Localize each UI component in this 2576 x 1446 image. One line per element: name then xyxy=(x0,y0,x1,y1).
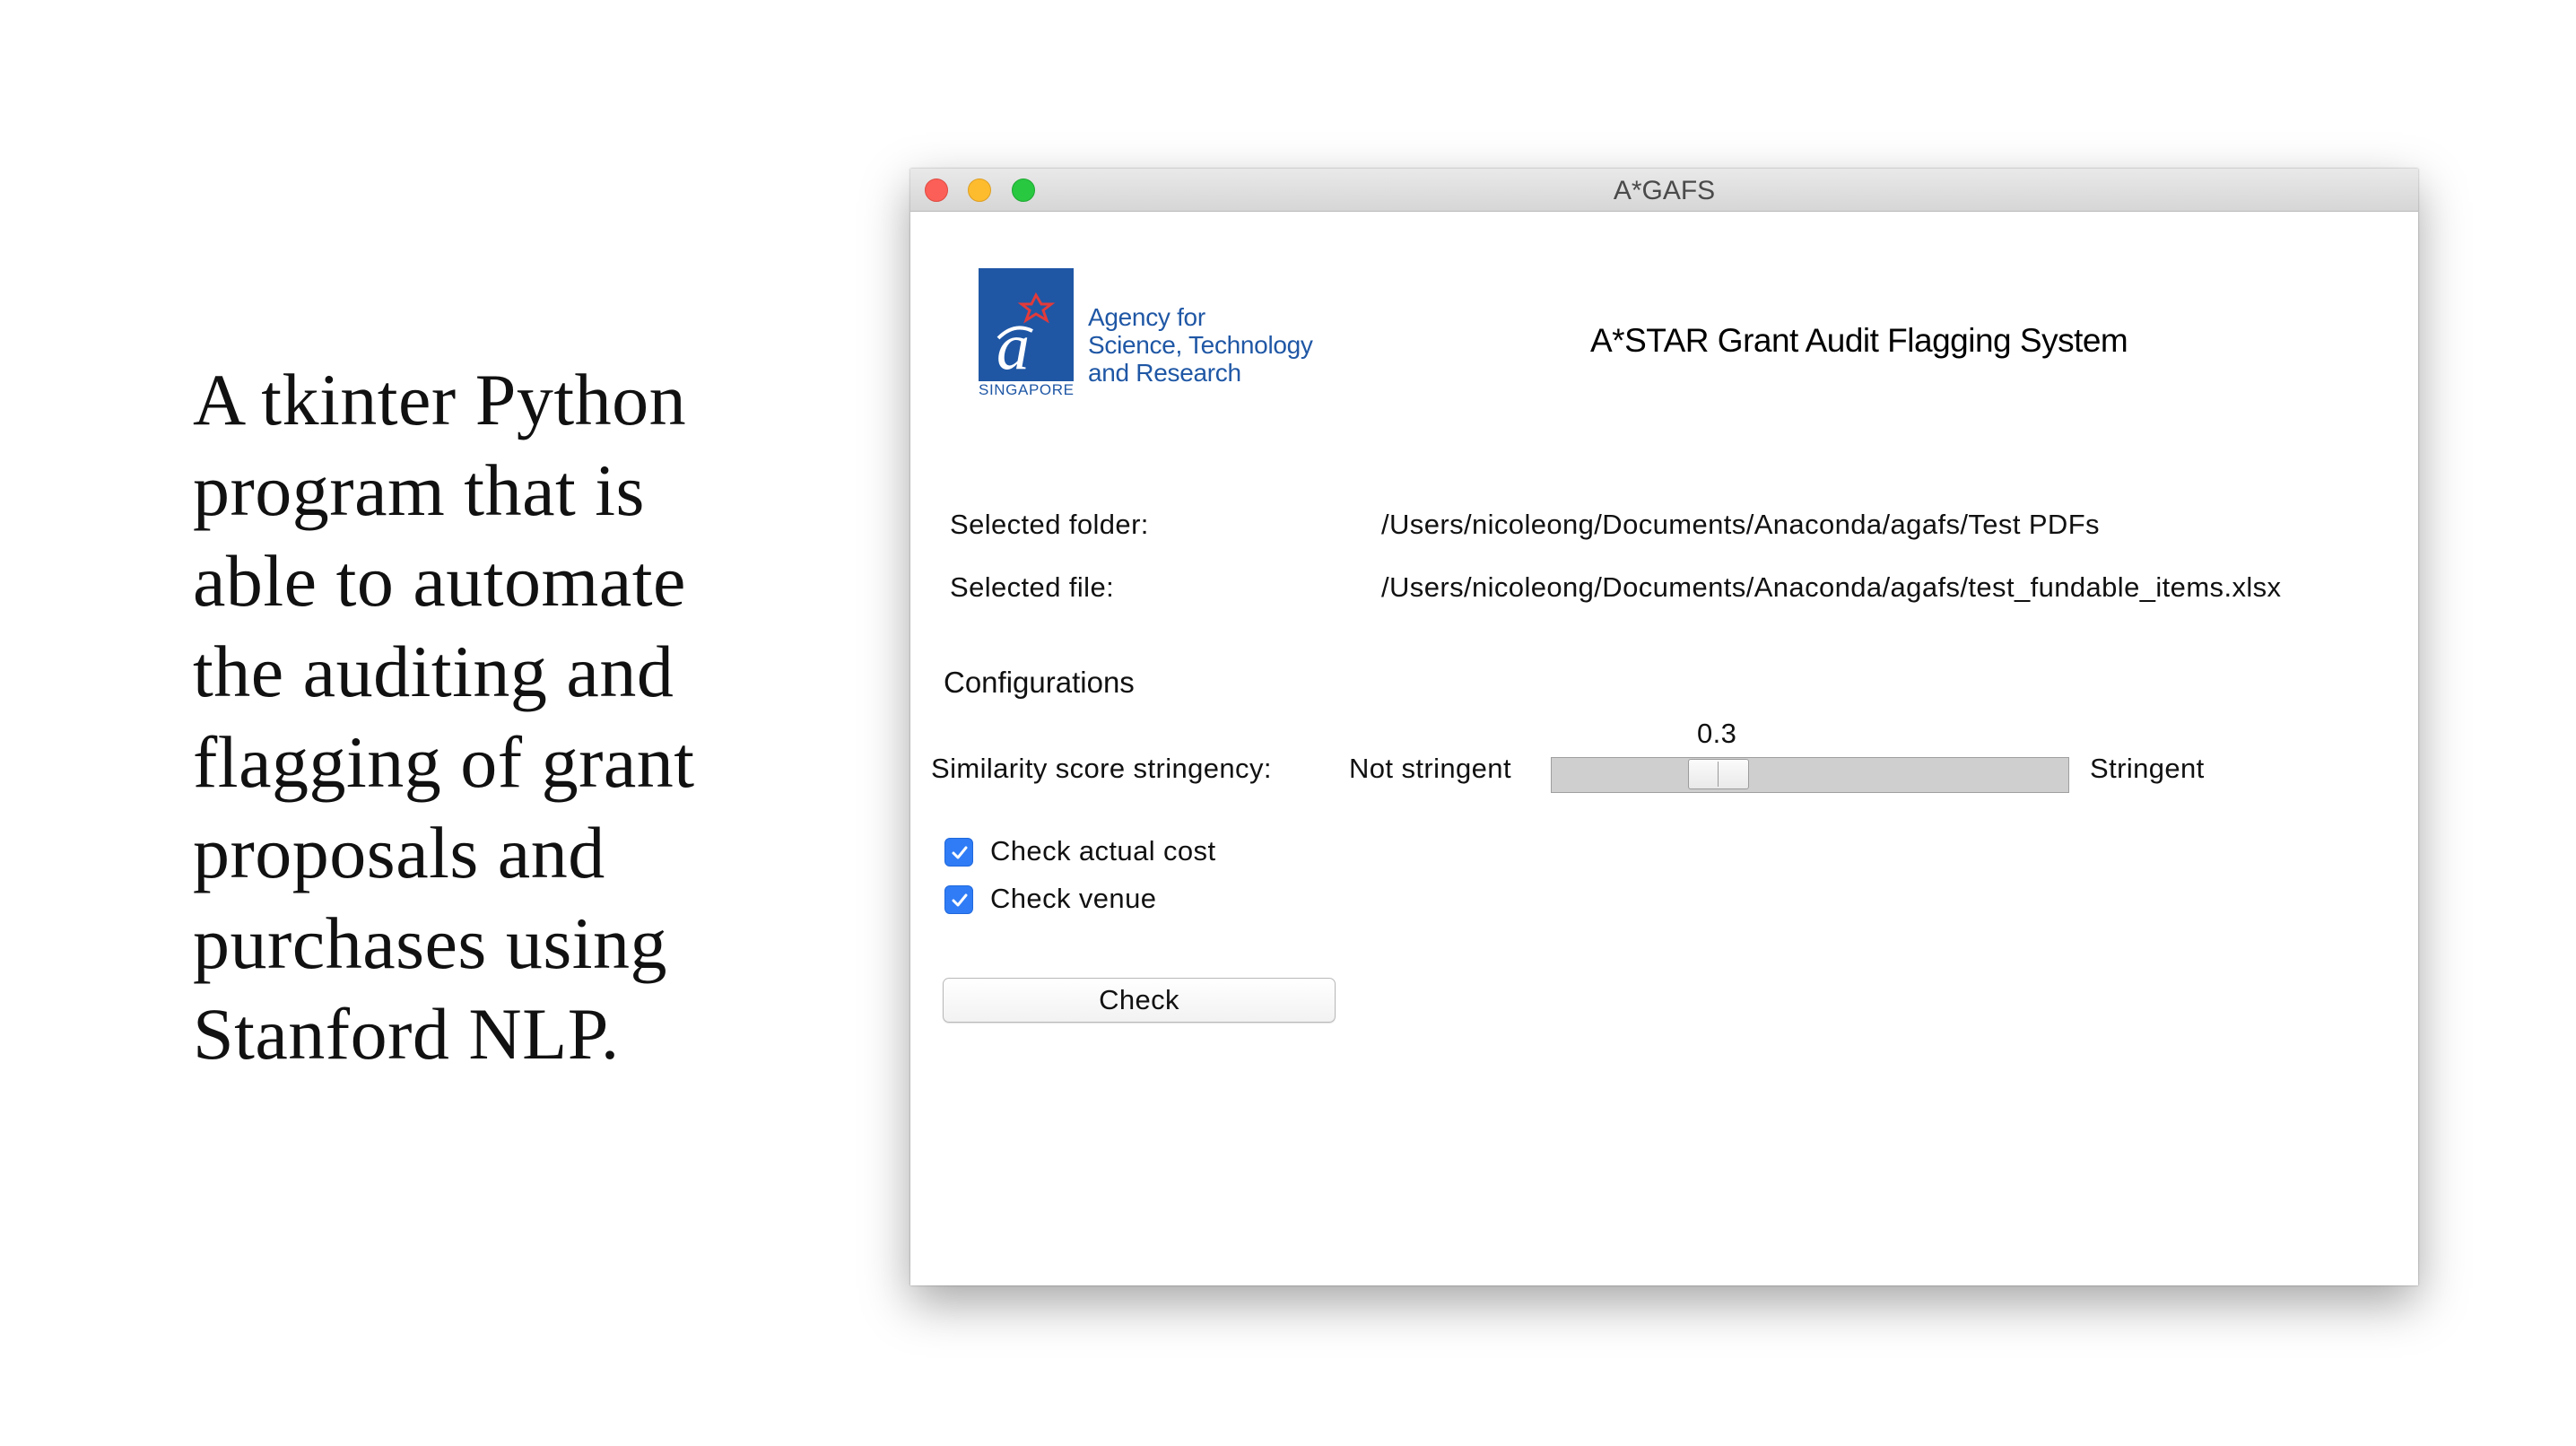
stringency-slider[interactable] xyxy=(1551,757,2069,793)
selected-folder-value: /Users/nicoleong/Documents/Anaconda/agaf… xyxy=(1381,509,2100,540)
selected-file-label: Selected file: xyxy=(950,571,1115,603)
window-title: A*GAFS xyxy=(1613,176,1716,205)
app-heading: A*STAR Grant Audit Flagging System xyxy=(1590,322,2128,359)
check-actual-cost-checkbox[interactable] xyxy=(944,838,973,867)
configurations-heading: Configurations xyxy=(944,666,1135,699)
checkmark-icon xyxy=(952,846,968,859)
stringency-min-label: Not stringent xyxy=(1349,753,1511,784)
selected-file-value: /Users/nicoleong/Documents/Anaconda/agaf… xyxy=(1381,571,2282,603)
checkmark-icon xyxy=(952,893,968,907)
slider-handle[interactable] xyxy=(1688,759,1749,789)
stringency-label: Similarity score stringency: xyxy=(931,753,1272,784)
logo-country: SINGAPORE xyxy=(979,381,1074,396)
logo-agency-name: Agency for Science, Technology and Resea… xyxy=(1088,303,1313,387)
check-actual-cost-label: Check actual cost xyxy=(990,835,1216,867)
description-caption: A tkinter Python program that is able to… xyxy=(193,359,695,1075)
selected-folder-label: Selected folder: xyxy=(950,509,1149,540)
check-venue-checkbox[interactable] xyxy=(944,885,973,914)
stringency-value: 0.3 xyxy=(1697,718,1737,749)
check-button[interactable]: Check xyxy=(943,978,1336,1023)
check-venue-label: Check venue xyxy=(990,883,1157,914)
window-content: a SINGAPORE Agency for Science, Technolo… xyxy=(910,212,2418,1285)
title-bar[interactable]: A*GAFS xyxy=(910,169,2418,212)
app-window: A*GAFS a SINGAPORE Agency for Science, T… xyxy=(910,169,2418,1285)
astar-logo: a SINGAPORE xyxy=(979,268,1074,396)
stringency-max-label: Stringent xyxy=(2090,753,2205,784)
logo-letter: a xyxy=(996,310,1030,384)
